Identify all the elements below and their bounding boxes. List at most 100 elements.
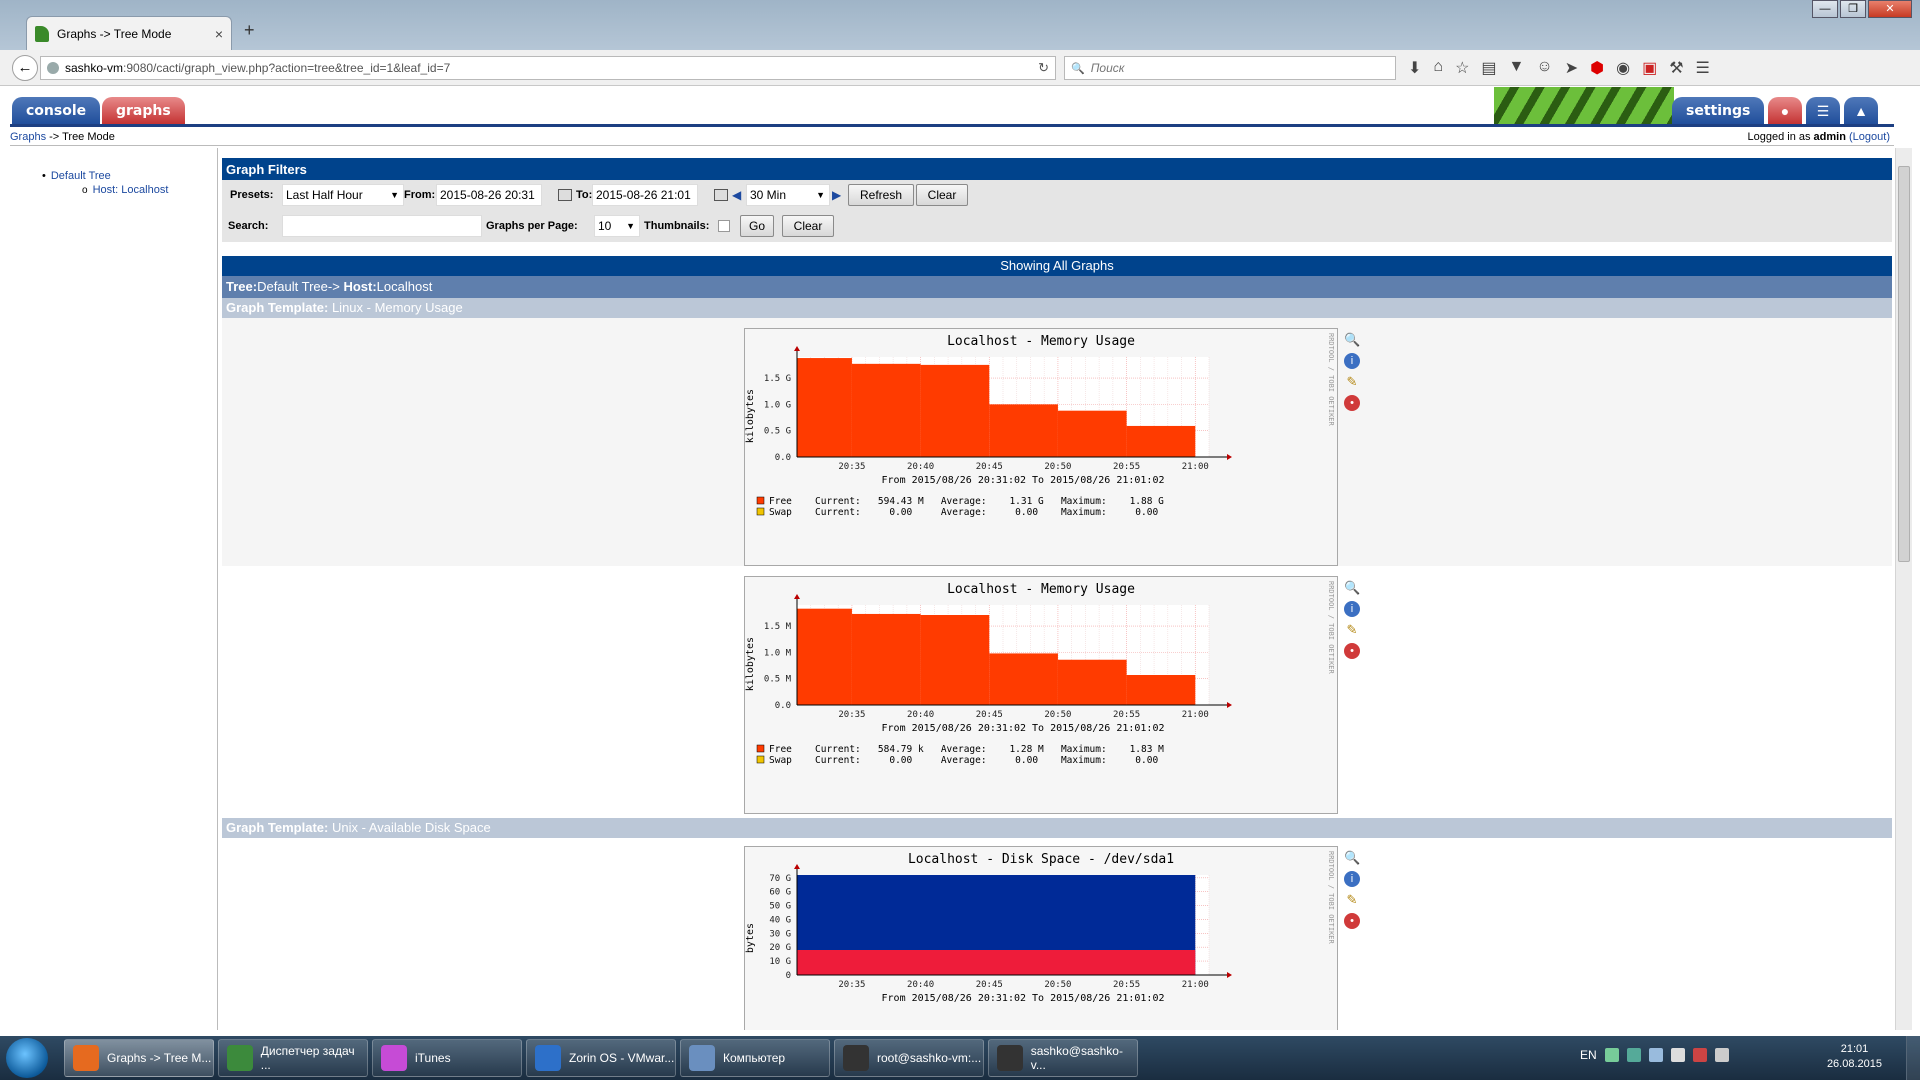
taskbar-item[interactable]: root@sashko-vm:... (834, 1039, 984, 1077)
new-tab-button[interactable]: + (244, 20, 255, 41)
graphs-tab[interactable]: graphs (102, 97, 185, 125)
tree-item-host-localhost[interactable]: Host: Localhost (82, 184, 169, 196)
legend-name: Swap (769, 507, 792, 518)
list-view-icon[interactable]: ☰ (1806, 97, 1840, 125)
timespan-select[interactable]: 30 Min ▼ (746, 184, 830, 206)
properties-icon[interactable]: ✎ (1344, 374, 1360, 390)
update-icon[interactable] (1648, 1048, 1663, 1062)
settings-tab[interactable]: settings (1672, 97, 1765, 125)
chat-icon[interactable]: ◉ (1616, 58, 1630, 78)
taskbar-item[interactable]: Graphs -> Tree M... (64, 1039, 214, 1077)
chevron-down-icon: ▼ (390, 190, 399, 200)
browser-tab[interactable]: Graphs -> Tree Mode × (26, 16, 232, 50)
cacti-favicon-icon (35, 25, 49, 42)
y-tick-label: 0.0 (775, 701, 791, 711)
area-step-free (920, 364, 990, 457)
pocket-icon[interactable]: ▼ (1509, 58, 1525, 78)
graph-search-input[interactable] (282, 215, 482, 237)
search-input[interactable] (1090, 61, 1381, 75)
refresh-button[interactable]: Refresh (848, 184, 914, 206)
taskbar-item[interactable]: iTunes (372, 1039, 522, 1077)
addon-icon[interactable]: ☺ (1536, 58, 1552, 78)
console-tab[interactable]: console (12, 97, 101, 125)
page-scrollbar[interactable] (1895, 148, 1912, 1030)
thumbnails-checkbox[interactable] (718, 220, 730, 232)
go-button[interactable]: Go (740, 215, 774, 237)
alert-icon[interactable]: ● (1768, 97, 1802, 125)
system-tray: EN (1580, 1048, 1729, 1062)
area-step-free (989, 404, 1058, 457)
url-text[interactable]: sashko-vm:9080/cacti/graph_view.php?acti… (65, 61, 1032, 75)
menu-icon[interactable]: ☰ (1696, 58, 1710, 78)
graph-disk-space[interactable]: Localhost - Disk Space - /dev/sda1 RRDTO… (744, 846, 1338, 1030)
network-icon[interactable] (1604, 1048, 1619, 1062)
tree-item-default-tree[interactable]: Default Tree (42, 170, 111, 182)
breadcrumb-graphs-link[interactable]: Graphs (10, 131, 46, 143)
taskbar-item[interactable]: Компьютер (680, 1039, 830, 1077)
presets-select[interactable]: Last Half Hour ▼ (282, 184, 404, 206)
zoom-icon[interactable]: 🔍 (1344, 850, 1360, 866)
star-icon[interactable]: ☆ (1455, 58, 1469, 78)
x-tick-label: 20:55 (1113, 980, 1140, 990)
graph-view-icon[interactable]: ▲ (1844, 97, 1878, 125)
delete-icon[interactable]: • (1344, 913, 1360, 929)
from-calendar-icon[interactable] (558, 189, 572, 201)
delete-icon[interactable]: • (1344, 395, 1360, 411)
graph-plot: 0.0 0.5 M 1.0 M 1.5 M 20:35 20:40 20:45 20:50 20… (756, 594, 1232, 766)
close-window-button[interactable]: ✕ (1868, 0, 1912, 18)
maximize-button[interactable]: ❐ (1840, 0, 1866, 18)
language-indicator[interactable]: EN (1580, 1048, 1597, 1062)
clear-search-button[interactable]: Clear (782, 215, 834, 237)
scrollbar-thumb[interactable] (1898, 166, 1910, 562)
graph-memory-1[interactable]: Localhost - Memory Usage RRDTOOL / TOBI … (744, 328, 1338, 566)
delete-icon[interactable]: • (1344, 643, 1360, 659)
clear-button[interactable]: Clear (916, 184, 968, 206)
adblock-icon[interactable]: ⬢ (1590, 58, 1604, 78)
start-button[interactable] (6, 1038, 48, 1078)
logout-link[interactable]: (Logout) (1849, 131, 1890, 143)
properties-icon[interactable]: ✎ (1344, 892, 1360, 908)
info-icon[interactable]: i (1344, 601, 1360, 617)
security-icon[interactable] (1626, 1048, 1641, 1062)
minimize-button[interactable]: — (1812, 0, 1838, 18)
info-icon[interactable]: i (1344, 353, 1360, 369)
taskbar-item[interactable]: Диспетчер задач ... (218, 1039, 368, 1077)
flag-icon[interactable] (1670, 1048, 1685, 1062)
zoom-icon[interactable]: 🔍 (1344, 580, 1360, 596)
to-input[interactable]: 2015-08-26 21:01 (592, 184, 698, 206)
breadcrumb-sep: -> (46, 131, 63, 143)
back-button[interactable]: ← (12, 55, 38, 81)
zoom-icon[interactable]: 🔍 (1344, 332, 1360, 348)
thumbnails-label: Thumbnails: (644, 220, 710, 232)
volume-icon[interactable] (1714, 1048, 1729, 1062)
taskbar-item[interactable]: Zorin OS - VMwar... (526, 1039, 676, 1077)
power-icon[interactable] (1692, 1048, 1707, 1062)
template-value: Unix - Available Disk Space (328, 820, 491, 835)
reading-list-icon[interactable]: ▤ (1481, 58, 1496, 78)
taskbar-item[interactable]: sashko@sashko-v... (988, 1039, 1138, 1077)
y-tick-label: 40 G (769, 915, 791, 925)
x-tick-label: 20:50 (1044, 980, 1071, 990)
tools-icon[interactable]: ⚒ (1669, 58, 1683, 78)
download-icon[interactable]: ⬇ (1408, 58, 1421, 78)
site-info-icon[interactable] (47, 62, 59, 74)
graphs-per-page-select[interactable]: 10 ▼ (594, 215, 640, 237)
shift-right-icon[interactable]: ▶ (832, 188, 841, 202)
reload-icon[interactable]: ↻ (1038, 60, 1055, 76)
properties-icon[interactable]: ✎ (1344, 622, 1360, 638)
info-icon[interactable]: i (1344, 871, 1360, 887)
send-icon[interactable]: ➤ (1565, 58, 1578, 78)
x-tick-label: 20:40 (907, 710, 934, 720)
from-input[interactable]: 2015-08-26 20:31 (436, 184, 542, 206)
address-bar[interactable]: sashko-vm:9080/cacti/graph_view.php?acti… (40, 56, 1056, 80)
home-icon[interactable]: ⌂ (1433, 58, 1443, 78)
to-calendar-icon[interactable] (714, 189, 728, 201)
shift-left-icon[interactable]: ◀ (732, 188, 741, 202)
show-desktop-button[interactable] (1906, 1036, 1920, 1080)
tab-close-icon[interactable]: × (215, 26, 223, 42)
pdf-icon[interactable]: ▣ (1642, 58, 1657, 78)
graph-memory-2[interactable]: Localhost - Memory Usage RRDTOOL / TOBI … (744, 576, 1338, 814)
search-box[interactable]: 🔍 (1064, 56, 1396, 80)
clock[interactable]: 21:01 26.08.2015 (1827, 1042, 1882, 1072)
graph-plot: 0.0 0.5 G 1.0 G 1.5 G 20:35 20:40 20:45 20:50 20… (756, 346, 1232, 518)
